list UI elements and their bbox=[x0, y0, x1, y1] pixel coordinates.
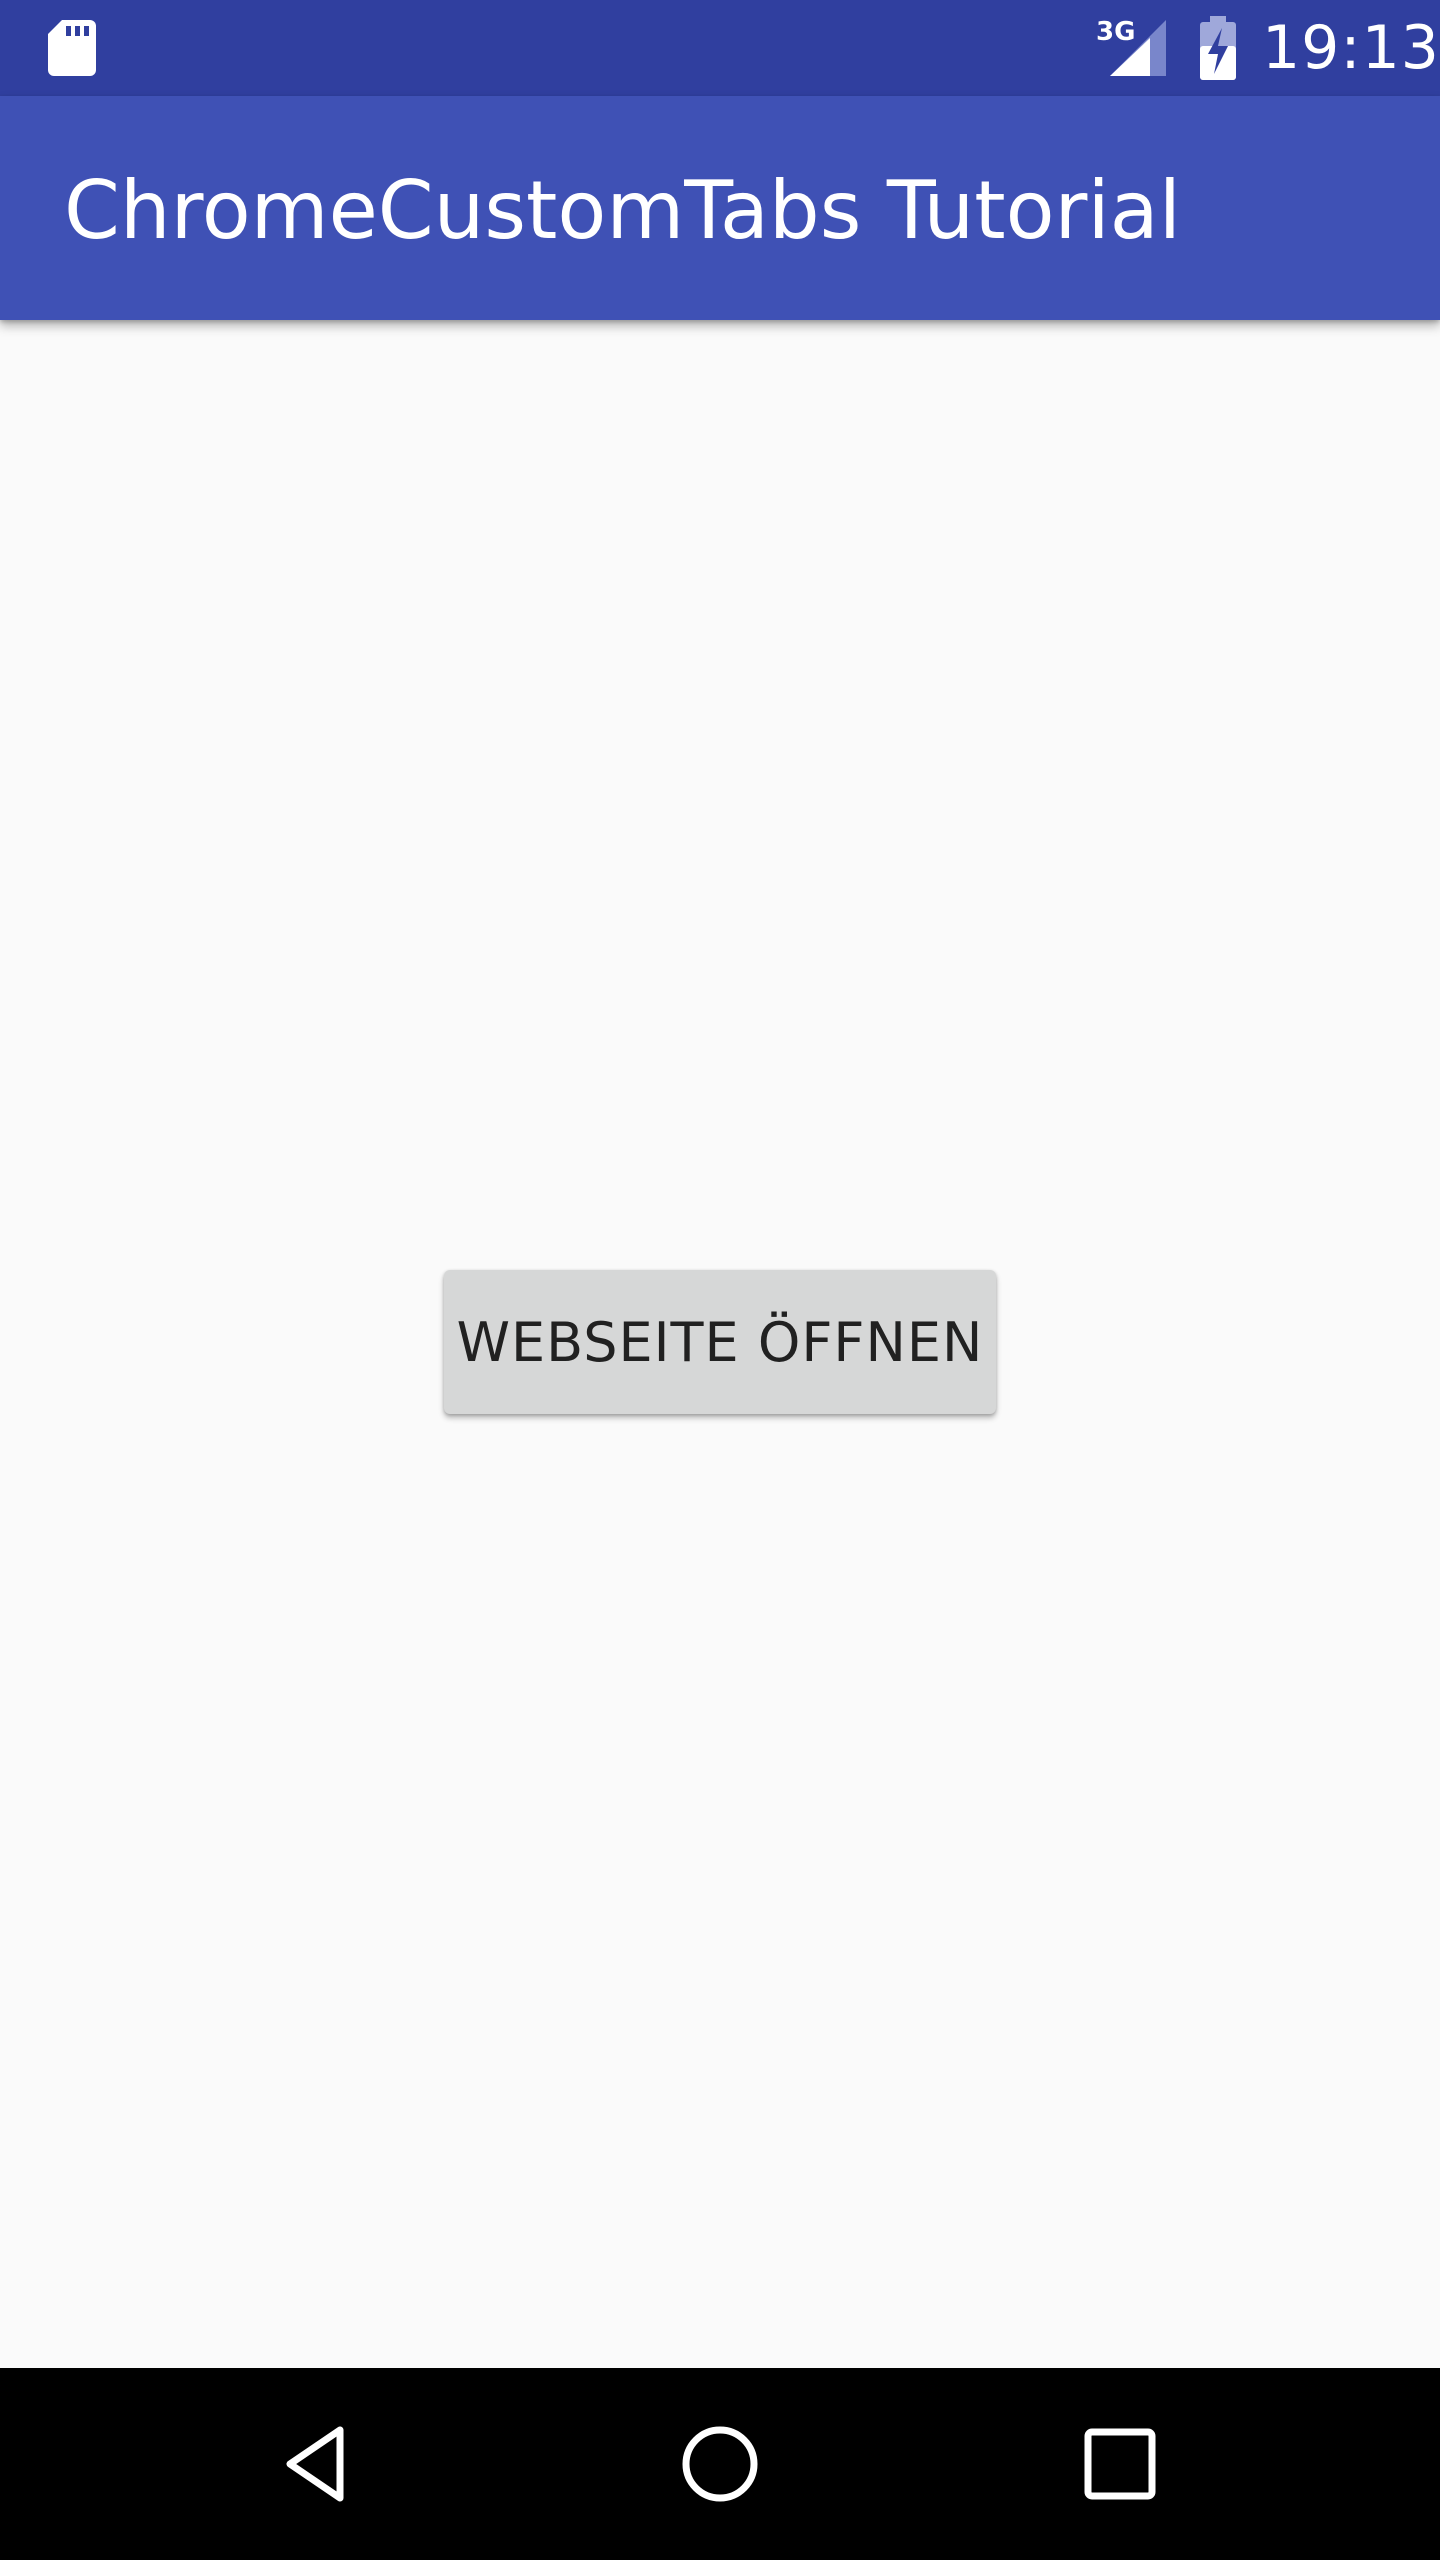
status-time: 19:13 bbox=[1262, 13, 1440, 83]
open-website-button[interactable]: WEBSEITE ÖFFNEN bbox=[444, 1270, 996, 1414]
signal-icon: 3G bbox=[1096, 17, 1166, 76]
recents-button[interactable] bbox=[1060, 2404, 1180, 2524]
navigation-bar bbox=[0, 2368, 1440, 2560]
main-content: WEBSEITE ÖFFNEN bbox=[0, 320, 1440, 2368]
home-button[interactable] bbox=[660, 2404, 780, 2524]
app-bar: ChromeCustomTabs Tutorial bbox=[0, 96, 1440, 320]
recents-icon bbox=[1084, 2428, 1156, 2500]
sd-card-icon bbox=[48, 20, 96, 76]
home-icon bbox=[682, 2426, 758, 2502]
battery-charging-icon bbox=[1200, 16, 1236, 80]
back-button[interactable] bbox=[260, 2404, 380, 2524]
app-title: ChromeCustomTabs Tutorial bbox=[64, 164, 1181, 257]
back-icon bbox=[286, 2426, 344, 2502]
status-bar: 3G 19:13 bbox=[0, 0, 1440, 96]
network-type-label: 3G bbox=[1096, 17, 1135, 47]
